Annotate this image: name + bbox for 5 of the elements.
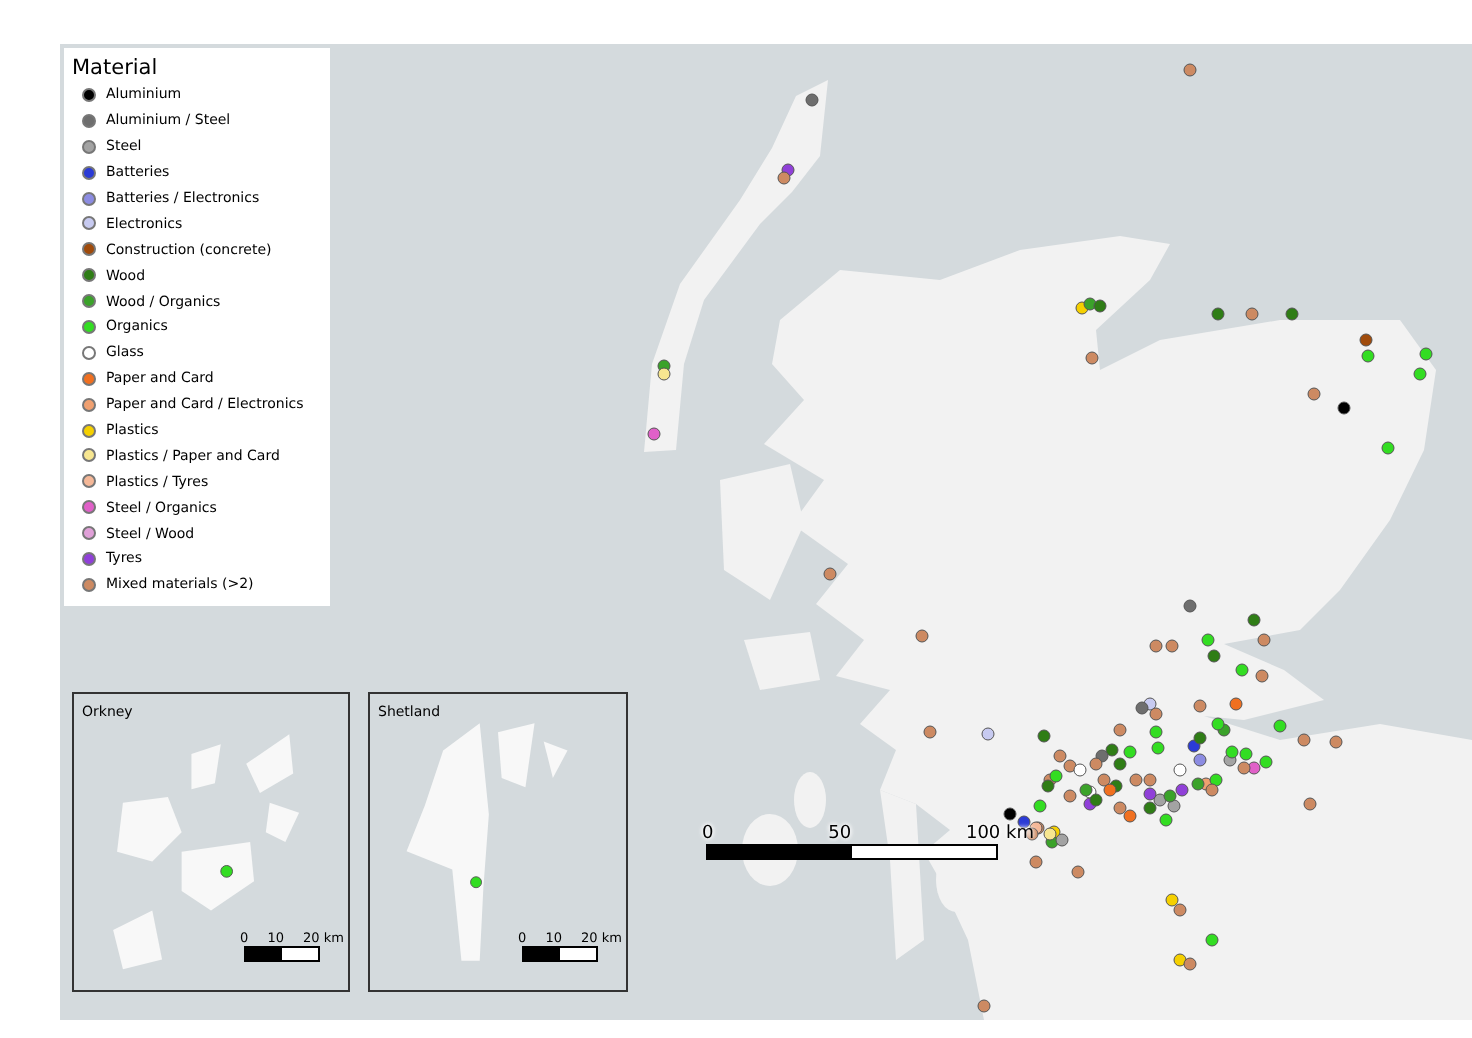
scale-bar xyxy=(244,946,320,962)
scale-bar xyxy=(522,946,598,962)
scale-label: 0 xyxy=(702,824,714,844)
scale-label: 50 xyxy=(828,824,852,844)
legend-title: Material xyxy=(72,56,160,80)
